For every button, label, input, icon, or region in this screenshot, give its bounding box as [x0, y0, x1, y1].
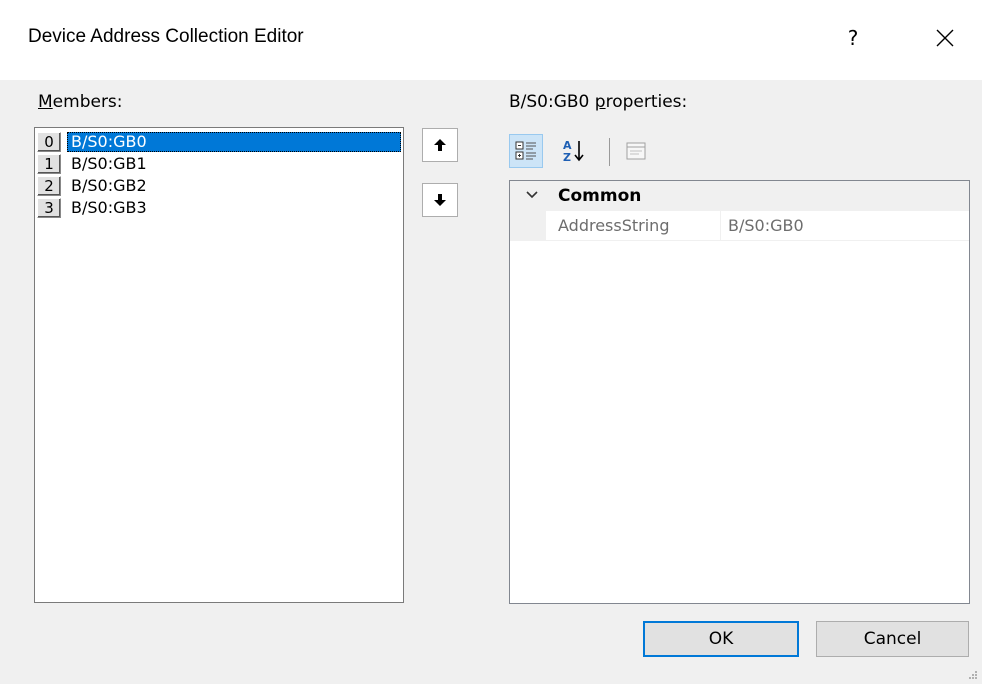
window-title: Device Address Collection Editor	[28, 26, 304, 47]
sort-alphabetical-icon: A Z	[563, 139, 584, 164]
categorized-icon	[515, 141, 536, 160]
move-down-button[interactable]	[422, 183, 458, 217]
arrow-up-icon	[434, 139, 446, 151]
properties-label-text: roperties:	[605, 92, 688, 112]
property-name: AddressString	[558, 216, 670, 235]
member-name[interactable]: B/S0:GB0	[67, 132, 401, 152]
member-name[interactable]: B/S0:GB3	[67, 198, 401, 218]
property-row[interactable]: AddressString B/S0:GB0	[510, 211, 969, 241]
members-label-text: embers:	[52, 92, 123, 112]
property-grid-toolbar: A Z	[509, 132, 709, 172]
list-item[interactable]: 3 B/S0:GB3	[37, 197, 401, 219]
property-pages-button[interactable]	[619, 134, 653, 168]
member-index: 2	[37, 176, 61, 196]
property-pages-icon	[626, 142, 646, 160]
member-name[interactable]: B/S0:GB2	[67, 176, 401, 196]
members-label: Members:	[38, 92, 123, 112]
properties-label-object: B/S0:GB0	[509, 92, 595, 112]
property-row-divider	[546, 240, 969, 241]
alphabetical-button[interactable]: A Z	[557, 134, 591, 168]
members-list[interactable]: 0 B/S0:GB0 1 B/S0:GB1 2 B/S0:GB2 3 B/S0:…	[34, 127, 404, 603]
property-value[interactable]: B/S0:GB0	[728, 216, 804, 235]
toolbar-separator	[609, 138, 610, 166]
property-column-divider[interactable]	[720, 211, 721, 241]
member-name[interactable]: B/S0:GB1	[67, 154, 401, 174]
svg-text:Z: Z	[563, 151, 571, 164]
move-up-button[interactable]	[422, 128, 458, 162]
member-index: 0	[37, 132, 61, 152]
cancel-button[interactable]: Cancel	[816, 621, 969, 657]
member-index: 3	[37, 198, 61, 218]
list-item[interactable]: 1 B/S0:GB1	[37, 153, 401, 175]
list-item[interactable]: 2 B/S0:GB2	[37, 175, 401, 197]
close-button[interactable]	[928, 22, 962, 54]
property-grid[interactable]: Common AddressString B/S0:GB0	[509, 180, 970, 604]
category-row[interactable]: Common	[510, 181, 969, 211]
properties-label-mnemonic: p	[594, 92, 606, 112]
close-icon	[936, 29, 954, 47]
help-button[interactable]: ?	[838, 22, 868, 54]
title-bar: Device Address Collection Editor ?	[0, 0, 982, 80]
properties-label: B/S0:GB0 properties:	[509, 92, 687, 112]
arrow-down-icon	[434, 194, 446, 206]
resize-grip-icon[interactable]	[968, 670, 978, 680]
member-index: 1	[37, 154, 61, 174]
members-label-mnemonic: M	[38, 92, 53, 112]
property-row-margin	[510, 211, 546, 241]
category-name: Common	[558, 186, 642, 206]
ok-button[interactable]: OK	[643, 621, 799, 657]
chevron-down-icon[interactable]	[524, 187, 540, 203]
categorized-button[interactable]	[509, 134, 543, 168]
list-item[interactable]: 0 B/S0:GB0	[37, 131, 401, 153]
